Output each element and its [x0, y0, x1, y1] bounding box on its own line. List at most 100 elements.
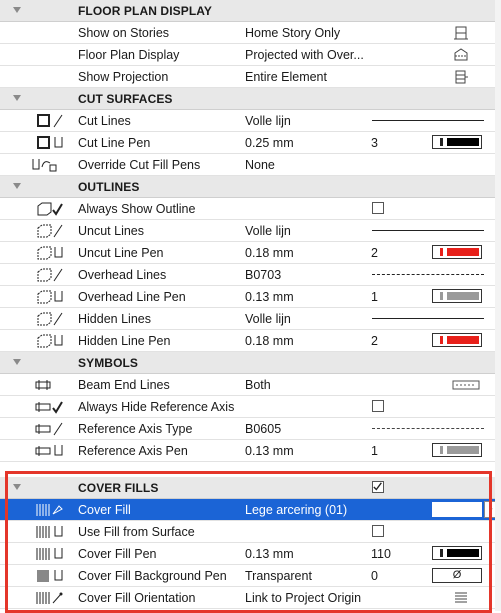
pen-swatch[interactable]	[432, 546, 482, 560]
pen-swatch[interactable]	[432, 135, 482, 149]
row-always-hide-reference-axis[interactable]: Always Hide Reference Axis	[0, 396, 495, 418]
pen-number[interactable]: 1	[371, 290, 378, 304]
overhead-lines-icon	[37, 268, 63, 282]
row-value[interactable]: Volle lijn	[245, 114, 291, 128]
axis-type-icon	[35, 422, 63, 436]
row-label: Beam End Lines	[78, 378, 170, 392]
section-header-floor-plan-display[interactable]: FLOOR PLAN DISPLAY	[0, 0, 495, 22]
section-title: CUT SURFACES	[78, 92, 173, 106]
pen-number[interactable]: 3	[371, 136, 378, 150]
row-value[interactable]: B0703	[245, 268, 281, 282]
beam-end-preview-icon	[452, 380, 480, 390]
row-uncut-lines[interactable]: Uncut Lines Volle lijn	[0, 220, 495, 242]
row-value[interactable]: Lege arcering (01)	[245, 503, 347, 517]
transparent-swatch[interactable]: Ø	[432, 568, 482, 583]
row-beam-end-lines[interactable]: Beam End Lines Both	[0, 374, 495, 396]
row-value[interactable]: 0.13 mm	[245, 290, 294, 304]
collapse-triangle-icon[interactable]	[13, 95, 21, 101]
row-value[interactable]: Both	[245, 378, 271, 392]
scrollbar[interactable]	[495, 0, 501, 611]
line-type-preview	[372, 318, 484, 319]
row-overhead-line-pen[interactable]: Overhead Line Pen 0.13 mm 1	[0, 286, 495, 308]
row-reference-axis-type[interactable]: Reference Axis Type B0605	[0, 418, 495, 440]
row-hidden-line-pen[interactable]: Hidden Line Pen 0.18 mm 2	[0, 330, 495, 352]
cover-fill-pen-icon	[36, 548, 63, 560]
collapse-triangle-icon[interactable]	[13, 484, 21, 490]
entire-element-icon	[455, 70, 468, 84]
line-type-preview	[372, 230, 484, 231]
row-label: Floor Plan Display	[78, 48, 180, 62]
checkmark-icon	[373, 482, 382, 491]
row-cover-fill-orientation[interactable]: Cover Fill Orientation Link to Project O…	[0, 587, 495, 609]
row-reference-axis-pen[interactable]: Reference Axis Pen 0.13 mm 1	[0, 440, 495, 462]
row-value[interactable]: Entire Element	[245, 70, 327, 84]
row-label: Override Cut Fill Pens	[78, 158, 201, 172]
pen-number[interactable]: 1	[371, 444, 378, 458]
beam-end-icon	[35, 380, 51, 390]
row-label: Show Projection	[78, 70, 169, 84]
cover-fills-checkbox[interactable]	[372, 481, 384, 493]
row-show-projection[interactable]: Show Projection Entire Element	[0, 66, 495, 88]
row-value[interactable]: 0.13 mm	[245, 444, 294, 458]
collapse-triangle-icon[interactable]	[13, 183, 21, 189]
row-label: Cover Fill Background Pen	[78, 569, 227, 583]
override-fill-icon	[32, 159, 57, 172]
row-overhead-lines[interactable]: Overhead Lines B0703	[0, 264, 495, 286]
row-value[interactable]: B0605	[245, 422, 281, 436]
hidden-line-pen-icon	[37, 334, 63, 348]
row-value[interactable]: Volle lijn	[245, 224, 291, 238]
section-header-cover-fills[interactable]: COVER FILLS	[0, 477, 495, 499]
fill-from-surface-checkbox[interactable]	[372, 525, 384, 537]
row-uncut-line-pen[interactable]: Uncut Line Pen 0.18 mm 2	[0, 242, 495, 264]
line-type-preview	[372, 120, 484, 121]
row-value[interactable]: 0.25 mm	[245, 136, 294, 150]
row-label: Uncut Lines	[78, 224, 145, 238]
pen-swatch[interactable]	[432, 289, 482, 303]
row-label: Hidden Lines	[78, 312, 151, 326]
row-override-cut-fill-pens[interactable]: Override Cut Fill Pens None	[0, 154, 495, 176]
row-value[interactable]: None	[245, 158, 275, 172]
row-value[interactable]: 0.18 mm	[245, 334, 294, 348]
row-use-fill-from-surface[interactable]: Use Fill from Surface	[0, 521, 495, 543]
outline-checkbox[interactable]	[372, 202, 384, 214]
pen-swatch[interactable]	[432, 333, 482, 347]
orientation-preview-icon	[455, 592, 467, 603]
row-value[interactable]: 0.18 mm	[245, 246, 294, 260]
section-title: SYMBOLS	[78, 356, 139, 370]
row-always-show-outline[interactable]: Always Show Outline	[0, 198, 495, 220]
row-value[interactable]: Link to Project Origin	[245, 591, 361, 605]
row-label: Cover Fill Orientation	[78, 591, 196, 605]
section-header-outlines[interactable]: OUTLINES	[0, 176, 495, 198]
orientation-icon	[36, 592, 63, 604]
row-value[interactable]: Home Story Only	[245, 26, 340, 40]
section-header-cut-surfaces[interactable]: CUT SURFACES	[0, 88, 495, 110]
pen-swatch[interactable]	[432, 443, 482, 457]
pen-swatch[interactable]	[432, 245, 482, 259]
collapse-triangle-icon[interactable]	[13, 359, 21, 365]
pen-number[interactable]: 0	[371, 569, 378, 583]
row-value[interactable]: 0.13 mm	[245, 547, 294, 561]
section-header-symbols[interactable]: SYMBOLS	[0, 352, 495, 374]
pen-number[interactable]: 2	[371, 334, 378, 348]
row-hidden-lines[interactable]: Hidden Lines Volle lijn	[0, 308, 495, 330]
section-title: OUTLINES	[78, 180, 140, 194]
row-cover-fill[interactable]: Cover Fill Lege arcering (01) ›	[0, 499, 498, 521]
row-cut-line-pen[interactable]: Cut Line Pen 0.25 mm 3	[0, 132, 495, 154]
row-value[interactable]: Transparent	[245, 569, 312, 583]
row-value[interactable]: Volle lijn	[245, 312, 291, 326]
row-cover-fill-background-pen[interactable]: Cover Fill Background Pen Transparent 0 …	[0, 565, 495, 587]
row-label: Hidden Line Pen	[78, 334, 171, 348]
row-label: Uncut Line Pen	[78, 246, 164, 260]
show-outline-icon	[37, 202, 63, 216]
hide-axis-icon	[35, 401, 63, 414]
collapse-triangle-icon[interactable]	[13, 7, 21, 13]
row-value[interactable]: Projected with Over...	[245, 48, 364, 62]
pen-number[interactable]: 110	[371, 547, 391, 561]
row-show-on-stories[interactable]: Show on Stories Home Story Only	[0, 22, 495, 44]
row-cover-fill-pen[interactable]: Cover Fill Pen 0.13 mm 110	[0, 543, 495, 565]
row-floor-plan-display[interactable]: Floor Plan Display Projected with Over..…	[0, 44, 495, 66]
row-cut-lines[interactable]: Cut Lines Volle lijn	[0, 110, 495, 132]
fill-preview[interactable]	[432, 502, 482, 517]
pen-number[interactable]: 2	[371, 246, 378, 260]
hide-axis-checkbox[interactable]	[372, 400, 384, 412]
